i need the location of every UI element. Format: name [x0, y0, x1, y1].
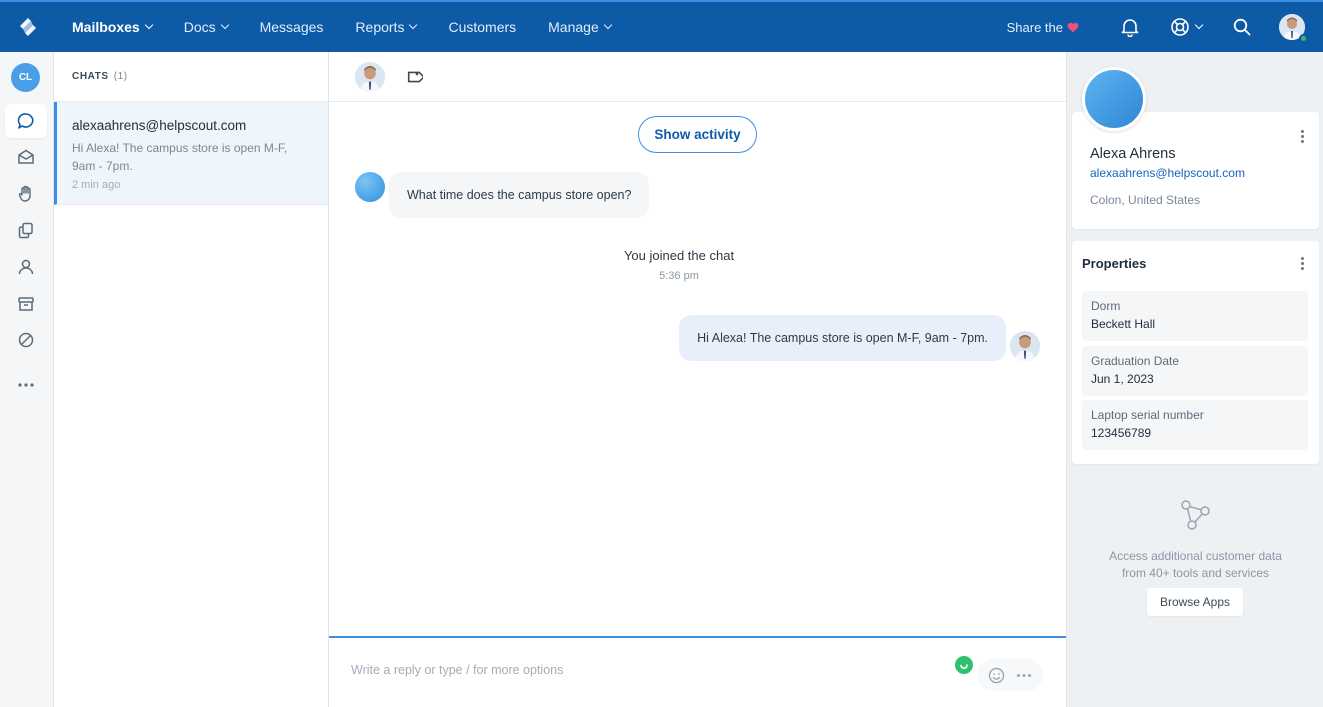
- customer-email-link[interactable]: alexaahrens@helpscout.com: [1090, 166, 1245, 180]
- agent-message-avatar: [1010, 331, 1040, 361]
- user-avatar[interactable]: [1279, 14, 1308, 43]
- chat-list-panel: CHATS (1) alexaahrens@helpscout.com Hi A…: [54, 52, 329, 707]
- customer-name: Alexa Ahrens: [1090, 146, 1176, 162]
- emoji-icon[interactable]: [988, 667, 1005, 684]
- properties-card: Properties Dorm Beckett Hall Graduation …: [1072, 241, 1319, 464]
- nav-customers-label: Customers: [448, 19, 517, 35]
- profile-menu-icon[interactable]: [1294, 128, 1310, 144]
- property-dorm[interactable]: Dorm Beckett Hall: [1082, 291, 1308, 341]
- mailbox-avatar[interactable]: CL: [11, 63, 40, 92]
- mailbox-avatar-initials: CL: [18, 72, 33, 83]
- apps-description: Access additional customer data from 40+…: [1067, 548, 1323, 582]
- nav-docs-label: Docs: [183, 19, 216, 35]
- browse-apps-button[interactable]: Browse Apps: [1147, 588, 1243, 616]
- chats-heading: CHATS: [72, 71, 109, 82]
- customer-location: Colon, United States: [1090, 193, 1201, 207]
- chevron-down-icon: [1194, 20, 1204, 30]
- chat-item-email: alexaahrens@helpscout.com: [72, 118, 247, 133]
- chevron-down-icon: [220, 20, 229, 30]
- heart-icon: [1067, 22, 1079, 32]
- property-label: Laptop serial number: [1091, 408, 1204, 422]
- customer-large-avatar: [1082, 67, 1146, 131]
- logo-icon[interactable]: [0, 2, 56, 52]
- reply-input[interactable]: [351, 663, 911, 677]
- tag-icon[interactable]: [405, 68, 423, 86]
- reply-composer: [329, 636, 1066, 707]
- blocked-icon[interactable]: [5, 323, 47, 357]
- nav-messages-label: Messages: [259, 19, 324, 35]
- chat-item-preview: Hi Alexa! The campus store is open M-F, …: [72, 141, 288, 173]
- more-options-icon[interactable]: [1016, 673, 1032, 678]
- person-icon[interactable]: [5, 250, 47, 284]
- nav-right-group: Share the: [1007, 2, 1323, 52]
- property-label: Dorm: [1091, 299, 1121, 313]
- nav-reports-label: Reports: [355, 19, 405, 35]
- nav-messages[interactable]: Messages: [244, 2, 340, 52]
- grammar-check-icon[interactable]: [955, 656, 973, 674]
- outgoing-message-text: Hi Alexa! The campus store is open M-F, …: [697, 331, 988, 345]
- top-navigation-bar: Mailboxes Docs Messages Reports Customer…: [0, 0, 1323, 52]
- joined-chat-notice: You joined the chat: [623, 248, 735, 263]
- nav-customers[interactable]: Customers: [432, 2, 532, 52]
- property-label: Graduation Date: [1091, 354, 1180, 368]
- inbox-icon[interactable]: [5, 140, 47, 174]
- chat-item-time: 2 min ago: [72, 179, 121, 191]
- incoming-message-text: What time does the campus store open?: [407, 188, 632, 202]
- customer-avatar: [355, 172, 385, 202]
- left-rail: CL: [0, 52, 54, 707]
- archive-icon[interactable]: [5, 287, 47, 321]
- bell-icon[interactable]: [1119, 16, 1141, 38]
- composer-tools: [977, 659, 1043, 691]
- search-icon[interactable]: [1231, 16, 1253, 38]
- properties-menu-icon[interactable]: [1294, 255, 1310, 271]
- property-value: 123456789: [1091, 426, 1152, 440]
- show-activity-label: Show activity: [654, 127, 741, 142]
- chat-icon[interactable]: [5, 104, 47, 138]
- apps-description-line1: Access additional customer data: [1109, 549, 1282, 563]
- nav-manage-label: Manage: [548, 19, 599, 35]
- online-status-dot: [1299, 34, 1308, 43]
- property-value: Jun 1, 2023: [1091, 372, 1154, 386]
- integrations-icon: [1178, 498, 1212, 535]
- help-icon[interactable]: [1169, 16, 1204, 38]
- show-activity-button[interactable]: Show activity: [638, 116, 757, 153]
- chat-list-header: CHATS (1): [54, 52, 328, 102]
- chevron-down-icon: [409, 20, 418, 30]
- more-icon[interactable]: [5, 368, 47, 402]
- incoming-message-bubble: What time does the campus store open?: [389, 172, 650, 218]
- joined-chat-time: 5:36 pm: [659, 270, 699, 282]
- nav-mailboxes-label: Mailboxes: [72, 19, 140, 35]
- nav-docs[interactable]: Docs: [168, 2, 244, 52]
- nav-mailboxes[interactable]: Mailboxes: [56, 2, 168, 52]
- share-label: Share the: [1006, 19, 1063, 35]
- hand-icon[interactable]: [5, 177, 47, 211]
- apps-description-line2: from 40+ tools and services: [1121, 566, 1270, 580]
- chat-list-item[interactable]: alexaahrens@helpscout.com Hi Alexa! The …: [54, 102, 328, 205]
- chats-count: (1): [113, 71, 128, 82]
- property-graduation-date[interactable]: Graduation Date Jun 1, 2023: [1082, 346, 1308, 396]
- properties-title: Properties: [1082, 256, 1147, 271]
- assigned-agent-avatar[interactable]: [355, 61, 385, 92]
- outgoing-message-bubble: Hi Alexa! The campus store is open M-F, …: [679, 315, 1006, 361]
- nav-reports[interactable]: Reports: [339, 2, 432, 52]
- property-laptop-serial[interactable]: Laptop serial number 123456789: [1082, 400, 1308, 450]
- copy-icon[interactable]: [5, 213, 47, 247]
- share-the-love-link[interactable]: Share the: [1007, 20, 1079, 35]
- property-value: Beckett Hall: [1091, 317, 1156, 331]
- conversation-panel: Show activity What time does the campus …: [329, 52, 1066, 707]
- chevron-down-icon: [144, 20, 153, 30]
- browse-apps-label: Browse Apps: [1159, 595, 1231, 609]
- conversation-toolbar: [329, 52, 1066, 102]
- customer-sidebar: Alexa Ahrens alexaahrens@helpscout.com C…: [1066, 52, 1323, 707]
- nav-manage[interactable]: Manage: [532, 2, 627, 52]
- chevron-down-icon: [603, 20, 612, 30]
